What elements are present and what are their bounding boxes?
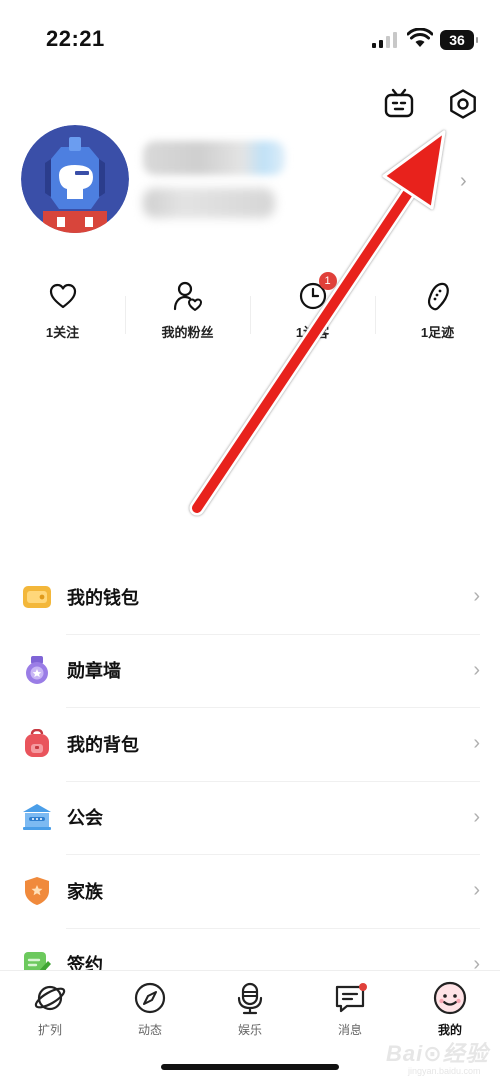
tab-mine[interactable]: 我的 — [400, 981, 500, 1038]
chevron-right-icon: › — [473, 805, 480, 828]
backpack-icon — [25, 728, 49, 757]
baidu-watermark: Bai⊙经验 — [386, 1041, 489, 1066]
compass-icon — [134, 982, 166, 1014]
visitor-badge: 1 — [318, 272, 337, 290]
menu-item-medals[interactable]: 勋章墙 › — [0, 633, 500, 708]
clock-icon-wrap: 1 — [297, 272, 337, 312]
avatar[interactable] — [21, 125, 129, 233]
stats-bar: 1关注 我的粉丝 1 1访客 1足迹 — [0, 272, 500, 352]
planet-icon — [34, 985, 66, 1011]
tv-icon[interactable] — [383, 88, 415, 120]
wallet-icon — [23, 585, 51, 608]
cellular-signal-icon — [372, 32, 397, 48]
stat-footprint[interactable]: 1足迹 — [375, 280, 500, 352]
baidu-watermark-url: jingyan.baidu.com — [408, 1066, 481, 1076]
wifi-icon — [407, 28, 433, 47]
profile-chevron-icon[interactable]: › — [460, 170, 467, 193]
stat-fans[interactable]: 我的粉丝 — [125, 280, 250, 352]
menu-item-wallet[interactable]: 我的钱包 › — [0, 560, 500, 634]
stat-visitors[interactable]: 1 1访客 — [250, 272, 375, 352]
tab-label: 动态 — [137, 1023, 162, 1037]
menu-label: 勋章墙 — [67, 661, 121, 682]
medal-icon — [26, 656, 48, 685]
tab-entertainment[interactable]: 娱乐 — [200, 981, 300, 1038]
menu-list: 我的钱包 › 勋章墙 › 我的背包 › 公会 › 家族 › 签约 › — [0, 560, 500, 1001]
menu-label: 公会 — [67, 808, 103, 829]
chevron-right-icon: › — [473, 732, 480, 755]
stat-footprint-label: 1足迹 — [420, 325, 455, 340]
tab-messages[interactable]: 消息 — [300, 981, 400, 1038]
footprint-icon — [427, 282, 449, 311]
stat-fans-label: 我的粉丝 — [161, 325, 214, 340]
smiley-icon — [433, 981, 467, 1015]
message-icon-wrap — [333, 981, 367, 1015]
tab-label: 扩列 — [37, 1023, 62, 1037]
menu-label: 我的背包 — [67, 734, 139, 755]
battery-icon: 36 — [440, 30, 478, 50]
robot-avatar-icon — [21, 125, 129, 233]
tab-label: 娱乐 — [237, 1023, 262, 1037]
stat-visitors-label: 1访客 — [295, 325, 330, 340]
menu-item-backpack[interactable]: 我的背包 › — [0, 707, 500, 781]
menu-item-guild[interactable]: 公会 › — [0, 780, 500, 855]
status-bar: 22:21 36 — [0, 0, 500, 80]
username-blurred — [143, 141, 285, 175]
heart-icon — [49, 283, 76, 309]
microphone-icon — [237, 982, 263, 1015]
user-id-blurred — [143, 188, 275, 218]
chevron-right-icon: › — [473, 879, 480, 902]
home-indicator[interactable] — [161, 1064, 339, 1070]
menu-label: 家族 — [67, 881, 103, 902]
menu-label: 我的钱包 — [67, 587, 139, 608]
unread-dot — [359, 983, 367, 991]
chevron-right-icon: › — [473, 658, 480, 681]
guild-icon — [23, 804, 51, 831]
tab-explore[interactable]: 扩列 — [0, 981, 100, 1038]
settings-icon[interactable] — [447, 88, 479, 120]
status-time: 22:21 — [46, 26, 105, 51]
fans-icon — [173, 281, 202, 311]
stat-follow[interactable]: 1关注 — [0, 280, 125, 352]
family-shield-icon — [25, 876, 49, 905]
stat-follow-label: 1关注 — [45, 325, 80, 340]
tab-moments[interactable]: 动态 — [100, 981, 200, 1038]
menu-item-family[interactable]: 家族 › — [0, 854, 500, 928]
chevron-right-icon: › — [473, 585, 480, 608]
tab-label: 消息 — [337, 1023, 362, 1037]
